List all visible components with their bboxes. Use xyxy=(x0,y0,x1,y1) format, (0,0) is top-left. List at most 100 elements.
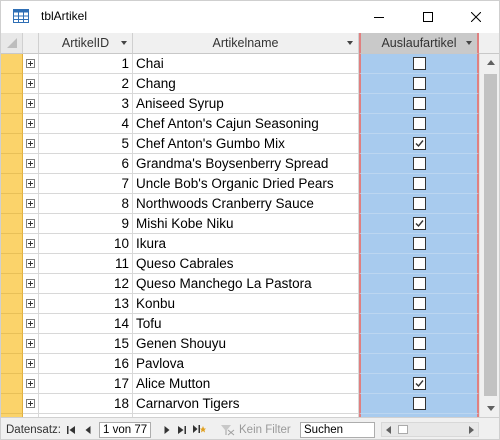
discontinued-checkbox[interactable] xyxy=(413,317,426,330)
discontinued-checkbox[interactable] xyxy=(413,337,426,350)
artikelid-cell[interactable]: 13 xyxy=(39,294,133,314)
record-selector[interactable] xyxy=(1,234,23,254)
discontinued-checkbox[interactable] xyxy=(413,217,426,230)
filter-button[interactable]: Kein Filter xyxy=(219,418,291,439)
discontinued-checkbox[interactable] xyxy=(413,277,426,290)
artikelname-cell[interactable]: Grandma's Boysenberry Spread xyxy=(133,154,359,174)
table-row[interactable]: 9 Mishi Kobe Niku xyxy=(1,214,479,234)
column-header-artikelname[interactable]: Artikelname xyxy=(133,33,359,54)
table-row[interactable]: 1 Chai xyxy=(1,54,479,74)
discontinued-checkbox[interactable] xyxy=(413,97,426,110)
table-row[interactable]: 2 Chang xyxy=(1,74,479,94)
artikelid-cell[interactable]: 17 xyxy=(39,374,133,394)
artikelname-cell[interactable]: Genen Shouyu xyxy=(133,334,359,354)
plus-icon[interactable] xyxy=(26,99,35,108)
artikelid-cell[interactable]: 3 xyxy=(39,94,133,114)
table-row[interactable]: 15 Genen Shouyu xyxy=(1,334,479,354)
table-row[interactable]: 14 Tofu xyxy=(1,314,479,334)
artikelid-cell[interactable]: 9 xyxy=(39,214,133,234)
vertical-scrollbar[interactable] xyxy=(479,54,499,417)
record-selector[interactable] xyxy=(1,174,23,194)
artikelid-cell[interactable]: 11 xyxy=(39,254,133,274)
scroll-right-button[interactable] xyxy=(465,423,478,436)
artikelname-cell[interactable]: Chef Anton's Gumbo Mix xyxy=(133,134,359,154)
scroll-up-button[interactable] xyxy=(480,54,499,71)
table-row[interactable]: 12 Queso Manchego La Pastora xyxy=(1,274,479,294)
discontinued-checkbox[interactable] xyxy=(413,197,426,210)
record-selector[interactable] xyxy=(1,214,23,234)
dropdown-arrow-icon[interactable] xyxy=(466,41,472,45)
table-row[interactable]: 18 Carnarvon Tigers xyxy=(1,394,479,414)
artikelname-cell[interactable]: Konbu xyxy=(133,294,359,314)
artikelname-cell[interactable]: Mishi Kobe Niku xyxy=(133,214,359,234)
discontinued-checkbox[interactable] xyxy=(413,377,426,390)
artikelname-cell[interactable]: Northwoods Cranberry Sauce xyxy=(133,194,359,214)
artikelname-cell[interactable]: Chai xyxy=(133,54,359,74)
record-selector[interactable] xyxy=(1,354,23,374)
plus-icon[interactable] xyxy=(26,179,35,188)
record-selector[interactable] xyxy=(1,294,23,314)
record-selector[interactable] xyxy=(1,134,23,154)
plus-icon[interactable] xyxy=(26,359,35,368)
artikelid-cell[interactable]: 8 xyxy=(39,194,133,214)
plus-icon[interactable] xyxy=(26,239,35,248)
discontinued-checkbox[interactable] xyxy=(413,177,426,190)
artikelname-cell[interactable]: Aniseed Syrup xyxy=(133,94,359,114)
plus-icon[interactable] xyxy=(26,159,35,168)
discontinued-checkbox[interactable] xyxy=(413,257,426,270)
artikelid-cell[interactable]: 7 xyxy=(39,174,133,194)
dropdown-arrow-icon[interactable] xyxy=(121,41,127,45)
artikelname-cell[interactable]: Chef Anton's Cajun Seasoning xyxy=(133,114,359,134)
scrollbar-thumb[interactable] xyxy=(484,74,497,396)
record-selector[interactable] xyxy=(1,314,23,334)
first-record-button[interactable] xyxy=(65,418,78,439)
plus-icon[interactable] xyxy=(26,379,35,388)
horizontal-scrollbar-thumb[interactable] xyxy=(398,425,408,434)
discontinued-checkbox[interactable] xyxy=(413,357,426,370)
record-selector[interactable] xyxy=(1,94,23,114)
table-row[interactable]: 6 Grandma's Boysenberry Spread xyxy=(1,154,479,174)
table-row[interactable]: 3 Aniseed Syrup xyxy=(1,94,479,114)
table-row[interactable]: 4 Chef Anton's Cajun Seasoning xyxy=(1,114,479,134)
table-row[interactable]: 13 Konbu xyxy=(1,294,479,314)
table-row[interactable]: 16 Pavlova xyxy=(1,354,479,374)
record-selector[interactable] xyxy=(1,194,23,214)
scroll-down-button[interactable] xyxy=(480,400,499,417)
table-row[interactable]: 8 Northwoods Cranberry Sauce xyxy=(1,194,479,214)
artikelid-cell[interactable]: 5 xyxy=(39,134,133,154)
table-row[interactable]: 5 Chef Anton's Gumbo Mix xyxy=(1,134,479,154)
record-selector[interactable] xyxy=(1,54,23,74)
artikelname-cell[interactable]: Tofu xyxy=(133,314,359,334)
discontinued-checkbox[interactable] xyxy=(413,157,426,170)
plus-icon[interactable] xyxy=(26,199,35,208)
artikelid-cell[interactable]: 12 xyxy=(39,274,133,294)
artikelname-cell[interactable]: Ikura xyxy=(133,234,359,254)
next-record-button[interactable] xyxy=(160,418,173,439)
table-row[interactable]: 11 Queso Cabrales xyxy=(1,254,479,274)
column-header-auslaufartikel[interactable]: Auslaufartikel xyxy=(359,33,479,54)
plus-icon[interactable] xyxy=(26,339,35,348)
plus-icon[interactable] xyxy=(26,319,35,328)
artikelname-cell[interactable]: Pavlova xyxy=(133,354,359,374)
table-row[interactable]: 17 Alice Mutton xyxy=(1,374,479,394)
artikelid-cell[interactable]: 10 xyxy=(39,234,133,254)
artikelname-cell[interactable]: Alice Mutton xyxy=(133,374,359,394)
artikelid-cell[interactable]: 4 xyxy=(39,114,133,134)
record-selector[interactable] xyxy=(1,254,23,274)
plus-icon[interactable] xyxy=(26,259,35,268)
discontinued-checkbox[interactable] xyxy=(413,77,426,90)
plus-icon[interactable] xyxy=(26,299,35,308)
minimize-button[interactable] xyxy=(356,1,402,33)
plus-icon[interactable] xyxy=(26,399,35,408)
artikelname-cell[interactable]: Uncle Bob's Organic Dried Pears xyxy=(133,174,359,194)
artikelname-cell[interactable]: Carnarvon Tigers xyxy=(133,394,359,414)
record-selector[interactable] xyxy=(1,374,23,394)
record-selector[interactable] xyxy=(1,74,23,94)
record-selector[interactable] xyxy=(1,154,23,174)
column-header-artikelid[interactable]: ArtikelID xyxy=(39,33,133,54)
plus-icon[interactable] xyxy=(26,219,35,228)
table-row[interactable]: 7 Uncle Bob's Organic Dried Pears xyxy=(1,174,479,194)
horizontal-scrollbar[interactable] xyxy=(381,422,479,437)
discontinued-checkbox[interactable] xyxy=(413,137,426,150)
discontinued-checkbox[interactable] xyxy=(413,237,426,250)
